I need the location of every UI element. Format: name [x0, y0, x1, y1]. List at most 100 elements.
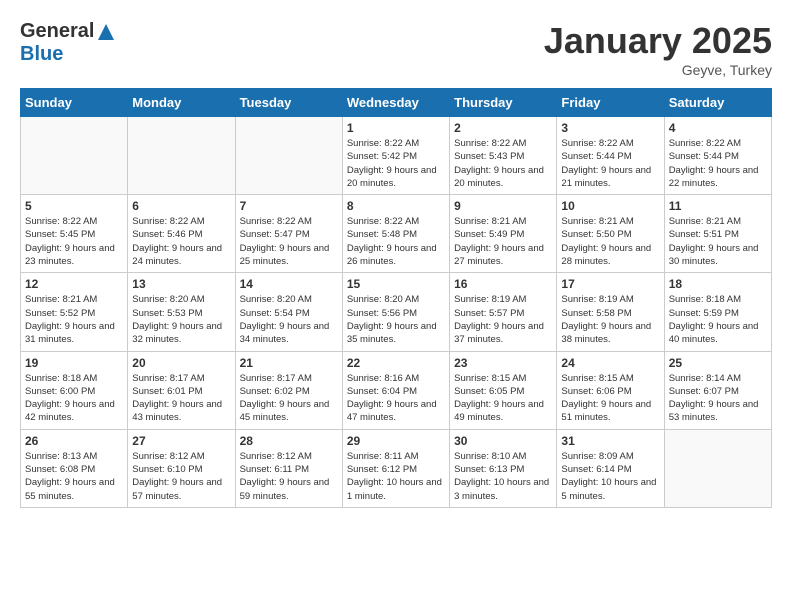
calendar-week-row: 5Sunrise: 8:22 AM Sunset: 5:45 PM Daylig…: [21, 195, 772, 273]
calendar-cell: 31Sunrise: 8:09 AM Sunset: 6:14 PM Dayli…: [557, 429, 664, 507]
day-of-week-header: Wednesday: [342, 89, 449, 117]
calendar-cell: 13 Sunrise: 8:20 AM Sunset: 5:53 PM Dayli…: [128, 273, 235, 351]
calendar-cell: 26Sunrise: 8:13 AM Sunset: 6:08 PM Dayli…: [21, 429, 128, 507]
cell-content: Sunrise: 8:18 AM Sunset: 5:59 PM Dayligh…: [669, 293, 767, 346]
calendar-week-row: 19Sunrise: 8:18 AM Sunset: 6:00 PM Dayli…: [21, 351, 772, 429]
calendar-cell: 28Sunrise: 8:12 AM Sunset: 6:11 PM Dayli…: [235, 429, 342, 507]
logo-icon: [96, 22, 116, 42]
day-number: 1: [347, 121, 445, 135]
day-number: 30: [454, 434, 552, 448]
cell-content: Sunrise: 8:12 AM Sunset: 6:10 PM Dayligh…: [132, 450, 230, 503]
calendar-week-row: 26Sunrise: 8:13 AM Sunset: 6:08 PM Dayli…: [21, 429, 772, 507]
cell-content: Sunrise: 8:14 AM Sunset: 6:07 PM Dayligh…: [669, 372, 767, 425]
day-of-week-header: Saturday: [664, 89, 771, 117]
cell-content: Sunrise: 8:22 AM Sunset: 5:44 PM Dayligh…: [561, 137, 659, 190]
day-of-week-header: Sunday: [21, 89, 128, 117]
calendar-cell: 6 Sunrise: 8:22 AM Sunset: 5:46 PM Daylig…: [128, 195, 235, 273]
cell-content: Sunrise: 8:20 AM Sunset: 5:54 PM Dayligh…: [240, 293, 338, 346]
calendar-header-row: SundayMondayTuesdayWednesdayThursdayFrid…: [21, 89, 772, 117]
day-number: 6: [132, 199, 230, 213]
calendar-cell: 19Sunrise: 8:18 AM Sunset: 6:00 PM Dayli…: [21, 351, 128, 429]
day-number: 22: [347, 356, 445, 370]
cell-content: Sunrise: 8:15 AM Sunset: 6:05 PM Dayligh…: [454, 372, 552, 425]
day-number: 2: [454, 121, 552, 135]
page-header: General Blue January 2025 Geyve, Turkey: [20, 20, 772, 78]
cell-content: Sunrise: 8:20 AM Sunset: 5:56 PM Dayligh…: [347, 293, 445, 346]
day-number: 27: [132, 434, 230, 448]
day-number: 3: [561, 121, 659, 135]
cell-content: Sunrise: 8:15 AM Sunset: 6:06 PM Dayligh…: [561, 372, 659, 425]
calendar-cell: 15Sunrise: 8:20 AM Sunset: 5:56 PM Dayli…: [342, 273, 449, 351]
logo-general-text: General: [20, 20, 94, 43]
day-number: 16: [454, 277, 552, 291]
cell-content: Sunrise: 8:22 AM Sunset: 5:45 PM Dayligh…: [25, 215, 123, 268]
cell-content: Sunrise: 8:21 AM Sunset: 5:52 PM Dayligh…: [25, 293, 123, 346]
calendar-cell: 17 Sunrise: 8:19 AM Sunset: 5:58 PM Dayli…: [557, 273, 664, 351]
cell-content: Sunrise: 8:22 AM Sunset: 5:44 PM Dayligh…: [669, 137, 767, 190]
day-number: 21: [240, 356, 338, 370]
day-of-week-header: Monday: [128, 89, 235, 117]
calendar-week-row: 1Sunrise: 8:22 AM Sunset: 5:42 PM Daylig…: [21, 117, 772, 195]
calendar-cell: 27 Sunrise: 8:12 AM Sunset: 6:10 PM Dayli…: [128, 429, 235, 507]
day-number: 20: [132, 356, 230, 370]
day-number: 7: [240, 199, 338, 213]
month-title: January 2025: [544, 20, 772, 62]
calendar-cell: 18 Sunrise: 8:18 AM Sunset: 5:59 PM Dayli…: [664, 273, 771, 351]
cell-content: Sunrise: 8:20 AM Sunset: 5:53 PM Dayligh…: [132, 293, 230, 346]
day-number: 29: [347, 434, 445, 448]
cell-content: Sunrise: 8:22 AM Sunset: 5:43 PM Dayligh…: [454, 137, 552, 190]
day-number: 10: [561, 199, 659, 213]
calendar-cell: [128, 117, 235, 195]
calendar-cell: 10 Sunrise: 8:21 AM Sunset: 5:50 PM Dayli…: [557, 195, 664, 273]
cell-content: Sunrise: 8:17 AM Sunset: 6:01 PM Dayligh…: [132, 372, 230, 425]
calendar-cell: 25 Sunrise: 8:14 AM Sunset: 6:07 PM Dayli…: [664, 351, 771, 429]
calendar-cell: 14 Sunrise: 8:20 AM Sunset: 5:54 PM Dayli…: [235, 273, 342, 351]
cell-content: Sunrise: 8:18 AM Sunset: 6:00 PM Dayligh…: [25, 372, 123, 425]
day-number: 13: [132, 277, 230, 291]
day-number: 25: [669, 356, 767, 370]
calendar-cell: 29 Sunrise: 8:11 AM Sunset: 6:12 PM Dayli…: [342, 429, 449, 507]
cell-content: Sunrise: 8:21 AM Sunset: 5:50 PM Dayligh…: [561, 215, 659, 268]
calendar-cell: 21 Sunrise: 8:17 AM Sunset: 6:02 PM Dayli…: [235, 351, 342, 429]
calendar-cell: 1Sunrise: 8:22 AM Sunset: 5:42 PM Daylig…: [342, 117, 449, 195]
location: Geyve, Turkey: [544, 62, 772, 78]
calendar-table: SundayMondayTuesdayWednesdayThursdayFrid…: [20, 88, 772, 508]
day-number: 8: [347, 199, 445, 213]
day-number: 9: [454, 199, 552, 213]
logo-blue-text: Blue: [20, 43, 63, 66]
calendar-cell: 23 Sunrise: 8:15 AM Sunset: 6:05 PM Dayli…: [450, 351, 557, 429]
day-number: 17: [561, 277, 659, 291]
calendar-cell: 30 Sunrise: 8:10 AM Sunset: 6:13 PM Dayli…: [450, 429, 557, 507]
cell-content: Sunrise: 8:21 AM Sunset: 5:51 PM Dayligh…: [669, 215, 767, 268]
cell-content: Sunrise: 8:22 AM Sunset: 5:48 PM Dayligh…: [347, 215, 445, 268]
cell-content: Sunrise: 8:19 AM Sunset: 5:58 PM Dayligh…: [561, 293, 659, 346]
calendar-cell: 22 Sunrise: 8:16 AM Sunset: 6:04 PM Dayli…: [342, 351, 449, 429]
calendar-cell: 7 Sunrise: 8:22 AM Sunset: 5:47 PM Daylig…: [235, 195, 342, 273]
cell-content: Sunrise: 8:10 AM Sunset: 6:13 PM Dayligh…: [454, 450, 552, 503]
cell-content: Sunrise: 8:13 AM Sunset: 6:08 PM Dayligh…: [25, 450, 123, 503]
cell-content: Sunrise: 8:22 AM Sunset: 5:47 PM Dayligh…: [240, 215, 338, 268]
calendar-cell: [235, 117, 342, 195]
cell-content: Sunrise: 8:17 AM Sunset: 6:02 PM Dayligh…: [240, 372, 338, 425]
cell-content: Sunrise: 8:16 AM Sunset: 6:04 PM Dayligh…: [347, 372, 445, 425]
day-of-week-header: Thursday: [450, 89, 557, 117]
cell-content: Sunrise: 8:12 AM Sunset: 6:11 PM Dayligh…: [240, 450, 338, 503]
calendar-cell: 12 Sunrise: 8:21 AM Sunset: 5:52 PM Dayli…: [21, 273, 128, 351]
day-number: 12: [25, 277, 123, 291]
calendar-cell: 20 Sunrise: 8:17 AM Sunset: 6:01 PM Dayli…: [128, 351, 235, 429]
calendar-cell: 5Sunrise: 8:22 AM Sunset: 5:45 PM Daylig…: [21, 195, 128, 273]
calendar-cell: 8 Sunrise: 8:22 AM Sunset: 5:48 PM Daylig…: [342, 195, 449, 273]
day-number: 23: [454, 356, 552, 370]
day-number: 31: [561, 434, 659, 448]
calendar-cell: [21, 117, 128, 195]
day-number: 4: [669, 121, 767, 135]
cell-content: Sunrise: 8:22 AM Sunset: 5:46 PM Dayligh…: [132, 215, 230, 268]
day-number: 11: [669, 199, 767, 213]
calendar-cell: 9Sunrise: 8:21 AM Sunset: 5:49 PM Daylig…: [450, 195, 557, 273]
day-number: 14: [240, 277, 338, 291]
title-section: January 2025 Geyve, Turkey: [544, 20, 772, 78]
cell-content: Sunrise: 8:11 AM Sunset: 6:12 PM Dayligh…: [347, 450, 445, 503]
calendar-cell: 11 Sunrise: 8:21 AM Sunset: 5:51 PM Dayli…: [664, 195, 771, 273]
logo: General Blue: [20, 20, 116, 66]
day-number: 18: [669, 277, 767, 291]
